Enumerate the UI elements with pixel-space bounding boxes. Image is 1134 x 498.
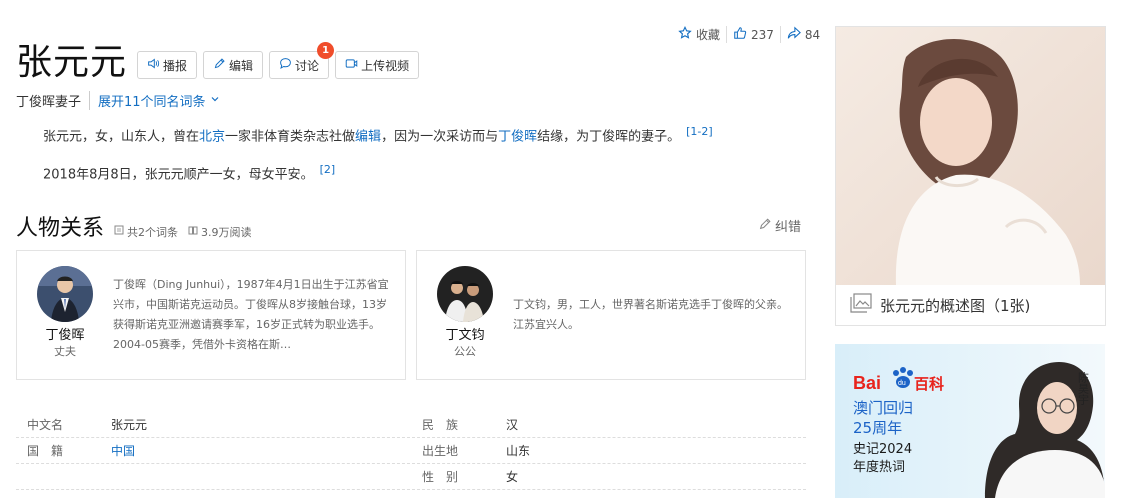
chevron-down-icon: [210, 93, 220, 108]
svg-text:Bai: Bai: [853, 373, 881, 393]
summary-text: 2018年8月8日，张元元顺产一女，母女平安。: [43, 167, 314, 183]
ad-line-1: 澳门回归: [853, 399, 913, 417]
nationality-link[interactable]: 中国: [111, 442, 411, 459]
summary-text: 结缘，为丁俊晖的妻子。: [537, 129, 681, 145]
discuss-button[interactable]: 讨论 1: [269, 42, 335, 79]
like-count: 237: [751, 27, 774, 42]
broadcast-button[interactable]: 播报: [137, 51, 198, 79]
info-value: 女: [506, 470, 519, 484]
subtitle-row: 丁俊晖妻子 展开11个同名词条: [16, 91, 220, 110]
title-row: 张元元 播报 编辑 讨论 1 上传视频: [16, 40, 420, 86]
ad-line-3: 史记2024: [853, 442, 912, 457]
summary-text: 张元元，女，山东人，曾在: [43, 129, 200, 145]
pencil-icon: [758, 217, 772, 235]
image-gallery-icon: [850, 293, 872, 317]
info-row: 中文名 张元元 民 族 汉: [16, 412, 806, 438]
reference-link[interactable]: [2]: [320, 163, 336, 176]
relation-card-father-in-law[interactable]: 丁文钧 公公 丁文钧，男，工人，世界著名斯诺克选手丁俊晖的父亲。江苏宜兴人。: [416, 250, 806, 380]
info-label: 出生地: [422, 444, 459, 458]
stats-bar: 收藏 237 84: [672, 25, 826, 43]
edit-label: 编辑: [229, 58, 254, 73]
svg-text:du: du: [898, 380, 906, 387]
relations-title: 人物关系: [16, 216, 105, 241]
summary-caption: 张元元的概述图（1张): [836, 285, 1105, 325]
same-name-expand-link[interactable]: 展开11个同名词条: [90, 91, 220, 110]
summary-image-card[interactable]: 张元元的概述图（1张): [835, 26, 1106, 326]
link-ding-junhui[interactable]: 丁俊晖: [498, 129, 537, 144]
summary-paragraph-2: 2018年8月8日，张元元顺产一女，母女平安。 [2]: [43, 160, 335, 185]
person-name: 丁俊晖: [45, 328, 85, 343]
relations-reads-label: 3.9万阅读: [201, 225, 252, 239]
document-icon: [114, 225, 124, 238]
correct-label: 纠错: [775, 220, 802, 235]
info-value: 张元元: [111, 418, 148, 432]
thumbs-up-icon: [733, 26, 747, 43]
info-row: 国 籍 中国 出生地 山东: [16, 438, 806, 464]
reference-link[interactable]: [1-2]: [686, 125, 713, 138]
person-role: 公公: [454, 345, 476, 358]
discuss-badge: 1: [317, 42, 335, 59]
share-button[interactable]: 84: [779, 26, 826, 43]
avatar: [37, 266, 93, 322]
action-buttons: 播报 编辑 讨论 1 上传视频: [137, 42, 420, 79]
info-label: 性 别: [422, 470, 459, 484]
person-name: 丁文钧: [445, 328, 485, 343]
summary-text: 一家非体育类杂志社做: [225, 129, 356, 145]
upload-video-label: 上传视频: [361, 58, 410, 73]
summary-paragraph-1: 张元元，女，山东人，曾在北京一家非体育类杂志社做编辑，因为一次采访而与丁俊晖结缘…: [43, 122, 713, 147]
relations-reads: 3.9万阅读: [188, 224, 252, 240]
share-icon: [787, 26, 801, 43]
summary-photo: [836, 27, 1105, 285]
book-icon: [188, 225, 198, 238]
entry-subtitle: 丁俊晖妻子: [16, 91, 91, 110]
upload-video-button[interactable]: 上传视频: [335, 51, 420, 79]
same-name-label: 展开11个同名词条: [98, 95, 206, 110]
correct-button[interactable]: 纠错: [758, 216, 801, 235]
relations-count: 共2个词条: [114, 224, 178, 240]
link-beijing[interactable]: 北京: [199, 129, 225, 144]
ad-line-2: 25周年: [853, 419, 902, 437]
video-icon: [345, 57, 358, 73]
like-button[interactable]: 237: [726, 26, 780, 43]
summary-caption-label: 张元元的概述图（1张): [880, 296, 1031, 315]
ad-line-4: 年度热词: [853, 459, 905, 475]
ad-brand: 百科: [914, 375, 944, 393]
person-avatar-block: 丁俊晖 丈夫: [37, 266, 93, 359]
share-count: 84: [804, 27, 821, 42]
info-row: 性 别 女: [16, 464, 806, 490]
summary-text: ，因为一次采访而与: [381, 129, 499, 145]
promo-banner[interactable]: Bai du 百科 澳门回归 25周年 史记2024 年度热词 陈昊宇: [835, 344, 1105, 498]
info-label: 国 籍: [27, 444, 64, 458]
pencil-icon: [213, 57, 226, 73]
collect-label: 收藏: [696, 28, 721, 42]
page-title: 张元元: [16, 42, 128, 83]
info-label: 中文名: [27, 418, 64, 432]
relations-count-label: 共2个词条: [127, 225, 179, 239]
discuss-label: 讨论: [295, 58, 320, 73]
person-avatar-block: 丁文钧 公公: [437, 266, 493, 359]
link-editor[interactable]: 编辑: [355, 129, 381, 144]
person-description: 丁文钧，男，工人，世界著名斯诺克选手丁俊晖的父亲。江苏宜兴人。: [513, 298, 788, 331]
edit-button[interactable]: 编辑: [203, 51, 264, 79]
collect-button[interactable]: 收藏: [672, 25, 726, 43]
relations-header: 人物关系 共2个词条 3.9万阅读: [16, 210, 252, 242]
avatar: [437, 266, 493, 322]
speaker-icon: [147, 57, 160, 73]
relation-card-husband[interactable]: 丁俊晖 丈夫 丁俊晖（Ding Junhui），1987年4月1日出生于江苏省宜…: [16, 250, 406, 380]
info-label: 民 族: [422, 418, 459, 432]
ad-person-name: 陈昊宇: [1077, 371, 1090, 405]
person-role: 丈夫: [54, 345, 76, 358]
star-icon: [678, 25, 692, 43]
broadcast-label: 播报: [163, 58, 188, 73]
info-value: 汉: [506, 418, 519, 432]
basic-info-table: 中文名 张元元 民 族 汉 国 籍 中国 出生地 山东 性 别 女: [16, 412, 806, 490]
person-description: 丁俊晖（Ding Junhui），1987年4月1日出生于江苏省宜兴市，中国斯诺…: [113, 278, 389, 351]
chat-bubble-icon: [279, 57, 292, 73]
info-value: 山东: [506, 444, 531, 458]
